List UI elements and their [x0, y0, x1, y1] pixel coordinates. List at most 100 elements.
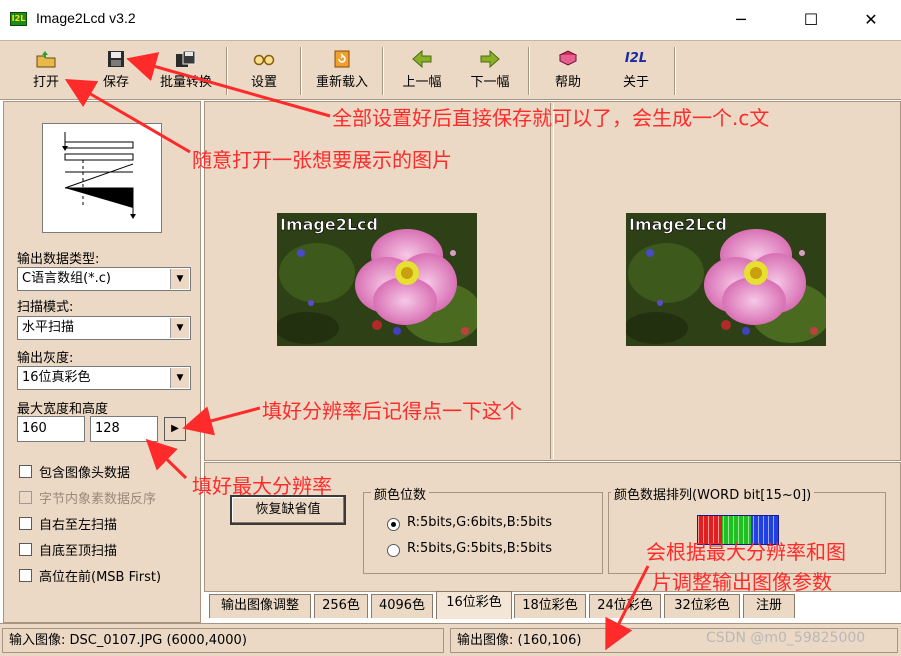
- tab-18bit-color[interactable]: 18位彩色: [514, 594, 586, 618]
- minimize-button[interactable]: ─: [718, 0, 764, 40]
- max-height-input[interactable]: 128: [90, 416, 158, 442]
- glasses-icon: [253, 54, 275, 66]
- app-icon: I2L: [10, 12, 27, 26]
- help-button[interactable]: 帮助: [540, 45, 596, 97]
- toolbar-separator: [528, 47, 530, 95]
- next-image-label: 下一幅: [470, 75, 510, 90]
- toolbar-separator: [674, 47, 676, 95]
- about-label: 关于: [622, 75, 649, 90]
- output-preview-image: Image2Lcd: [624, 213, 831, 346]
- scan-mode-value: 水平扫描: [22, 320, 75, 335]
- maximize-button[interactable]: ☐: [788, 0, 834, 40]
- floppy-disk-icon: [108, 51, 124, 67]
- help-label: 帮助: [554, 75, 581, 90]
- scan-right-to-left-checkbox[interactable]: [19, 517, 32, 530]
- annotation-open: 随意打开一张想要展示的图片: [192, 148, 452, 172]
- batch-convert-button[interactable]: 批量转换: [150, 45, 222, 97]
- reload-button[interactable]: 重新载入: [308, 45, 376, 97]
- chevron-down-icon[interactable]: ▼: [170, 318, 189, 338]
- output-type-label: 输出数据类型:: [17, 252, 100, 267]
- settings-panel: 输出数据类型: C语言数组(*.c) ▼ 扫描模式: 水平扫描 ▼ 输出灰度: …: [3, 101, 201, 623]
- output-gray-value: 16位真彩色: [22, 370, 91, 385]
- status-bar: 输入图像: DSC_0107.JPG (6000,4000) 输出图像: (16…: [0, 623, 901, 656]
- apply-size-button[interactable]: ▶: [164, 417, 186, 441]
- scan-bottom-to-top-checkbox[interactable]: [19, 543, 32, 556]
- annotation-apply: 填好分辨率后记得点一下这个: [262, 399, 522, 423]
- scan-mode-select[interactable]: 水平扫描 ▼: [17, 316, 191, 340]
- tab-24bit-color[interactable]: 24位彩色: [589, 594, 661, 618]
- annotation-output-2: 片调整输出图像参数: [652, 570, 832, 594]
- include-header-label: 包含图像头数据: [39, 466, 131, 481]
- annotation-save: 全部设置好后直接保存就可以了，会生成一个.c文: [332, 106, 770, 130]
- preview-divider: [550, 103, 554, 459]
- scan-direction-icon: [62, 132, 136, 219]
- tab-register[interactable]: 注册: [743, 594, 795, 618]
- reload-label: 重新载入: [315, 75, 368, 90]
- max-size-label: 最大宽度和高度: [17, 402, 109, 417]
- chevron-down-icon[interactable]: ▼: [170, 269, 189, 289]
- toolbar-separator: [300, 47, 302, 95]
- about-button[interactable]: I2L 关于: [606, 45, 666, 97]
- save-button[interactable]: 保存: [86, 45, 146, 97]
- arrow-right-icon: [480, 49, 500, 69]
- color-bits-title: 颜色位数: [371, 484, 430, 503]
- flower-photo: Image2Lcd: [624, 213, 831, 346]
- restore-defaults-button[interactable]: 恢复缺省值: [230, 495, 346, 525]
- save-label: 保存: [102, 75, 129, 90]
- chevron-down-icon[interactable]: ▼: [170, 368, 189, 388]
- close-button[interactable]: ✕: [848, 0, 894, 40]
- arrow-left-icon: [412, 49, 432, 69]
- open-folder-icon: [36, 51, 56, 68]
- include-header-checkbox[interactable]: [19, 465, 32, 478]
- tab-256-color[interactable]: 256色: [314, 594, 368, 618]
- next-image-button[interactable]: 下一幅: [460, 45, 520, 97]
- scan-bottom-to-top-label: 自底至顶扫描: [39, 544, 118, 559]
- title-bar: I2L Image2Lcd v3.2 ─ ☐ ✕: [0, 0, 901, 40]
- about-logo-icon: I2L: [624, 51, 648, 66]
- scan-direction-preview: [42, 123, 162, 233]
- tab-16bit-color[interactable]: 16位彩色: [436, 591, 512, 619]
- tab-4096-color[interactable]: 4096色: [371, 594, 433, 618]
- color-bits-group: [363, 492, 603, 574]
- reverse-byte-pixels-checkbox[interactable]: [19, 491, 32, 504]
- toolbar: 打开 保存 批量转换 设置 重新载入 上一幅 下一幅 帮助 I2L 关于: [0, 40, 901, 100]
- open-button[interactable]: 打开: [14, 45, 78, 97]
- tab-32bit-color[interactable]: 32位彩色: [664, 594, 740, 618]
- settings-label: 设置: [250, 75, 277, 90]
- preview-watermark: Image2Lcd: [280, 215, 378, 234]
- msb-first-label: 高位在前(MSB First): [39, 570, 162, 585]
- settings-button[interactable]: 设置: [236, 45, 292, 97]
- color-order-title: 颜色数据排列(WORD bit[15~0]): [611, 484, 815, 503]
- radio-selected-dot: [391, 522, 396, 527]
- radio-565-label: R:5bits,G:6bits,B:5bits: [407, 515, 553, 530]
- preview-watermark: Image2Lcd: [629, 215, 727, 234]
- msb-first-checkbox[interactable]: [19, 569, 32, 582]
- batch-disks-icon: [176, 50, 196, 67]
- input-image-status: 输入图像: DSC_0107.JPG (6000,4000): [2, 628, 444, 653]
- scan-right-to-left-label: 自右至左扫描: [39, 518, 118, 533]
- csdn-watermark: CSDN @m0_59825000: [706, 630, 866, 646]
- toolbar-separator: [382, 47, 384, 95]
- output-type-select[interactable]: C语言数组(*.c) ▼: [17, 267, 191, 291]
- output-gray-select[interactable]: 16位真彩色 ▼: [17, 366, 191, 390]
- output-type-value: C语言数组(*.c): [22, 271, 112, 286]
- radio-555-label: R:5bits,G:5bits,B:5bits: [407, 541, 553, 556]
- window-title: Image2Lcd v3.2: [36, 10, 136, 26]
- previous-image-button[interactable]: 上一幅: [392, 45, 452, 97]
- batch-convert-label: 批量转换: [159, 75, 212, 90]
- reverse-byte-pixels-label: 字节内象素数据反序: [39, 492, 157, 507]
- annotation-size: 填好最大分辨率: [192, 474, 332, 498]
- flower-photo: Image2Lcd: [275, 213, 482, 346]
- help-book-icon: [558, 50, 578, 66]
- radio-565[interactable]: [387, 518, 400, 531]
- max-width-input[interactable]: 160: [17, 416, 85, 442]
- scan-mode-label: 扫描模式:: [17, 300, 74, 315]
- previous-image-label: 上一幅: [402, 75, 442, 90]
- annotation-output-1: 会根据最大分辨率和图: [646, 540, 846, 564]
- toolbar-separator: [226, 47, 228, 95]
- radio-555[interactable]: [387, 544, 400, 557]
- output-gray-label: 输出灰度:: [17, 351, 74, 366]
- open-label: 打开: [32, 75, 59, 90]
- tab-output-adjust[interactable]: 输出图像调整: [209, 594, 311, 618]
- input-preview-image: Image2Lcd: [275, 213, 482, 346]
